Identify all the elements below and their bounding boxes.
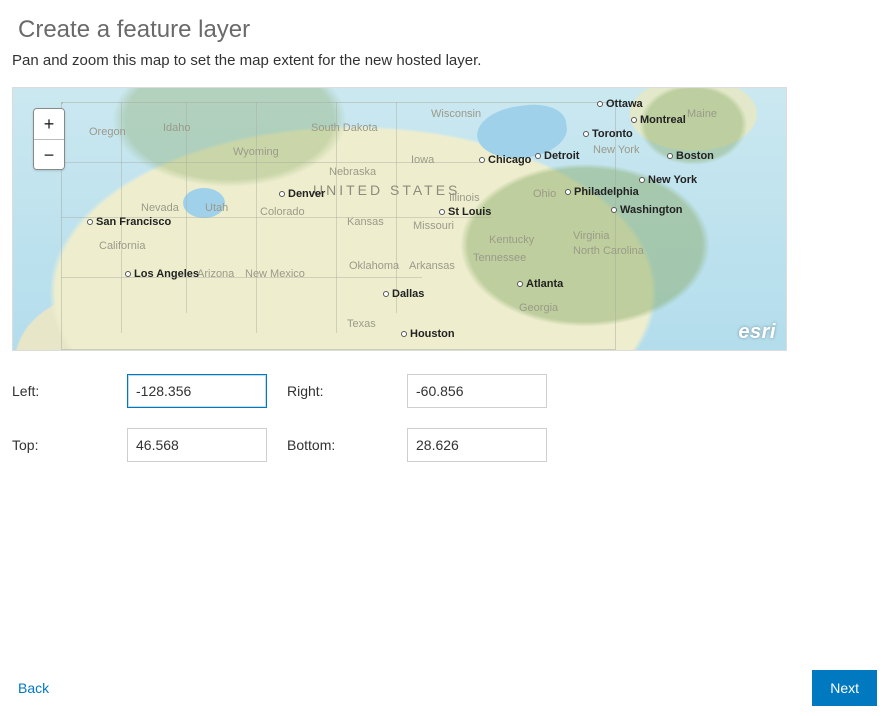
zoom-control: + − bbox=[33, 108, 65, 170]
label-iowa: Iowa bbox=[411, 154, 434, 166]
city-detroit: Detroit bbox=[535, 150, 579, 162]
city-los-angeles: Los Angeles bbox=[125, 268, 199, 280]
label-ohio: Ohio bbox=[533, 188, 556, 200]
city-dallas: Dallas bbox=[383, 288, 424, 300]
city-atlanta: Atlanta bbox=[517, 278, 563, 290]
map-attribution: esri bbox=[738, 321, 776, 344]
zoom-in-button[interactable]: + bbox=[34, 109, 64, 139]
bottom-input[interactable] bbox=[407, 428, 547, 462]
label-california: California bbox=[99, 240, 145, 252]
label-arizona: Arizona bbox=[197, 268, 234, 280]
label-kentucky: Kentucky bbox=[489, 234, 534, 246]
label-tennessee: Tennessee bbox=[473, 252, 526, 264]
city-ottawa: Ottawa bbox=[597, 98, 643, 110]
label-nebraska: Nebraska bbox=[329, 166, 376, 178]
city-toronto: Toronto bbox=[583, 128, 633, 140]
label-missouri: Missouri bbox=[413, 220, 454, 232]
city-st-louis: St Louis bbox=[439, 206, 491, 218]
right-input[interactable] bbox=[407, 374, 547, 408]
label-oklahoma: Oklahoma bbox=[349, 260, 399, 272]
label-new-mexico: New Mexico bbox=[245, 268, 305, 280]
label-idaho: Idaho bbox=[163, 122, 191, 134]
city-philadelphia: Philadelphia bbox=[565, 186, 639, 198]
left-input[interactable] bbox=[127, 374, 267, 408]
label-wyoming: Wyoming bbox=[233, 146, 279, 158]
label-texas: Texas bbox=[347, 318, 376, 330]
instructions-text: Pan and zoom this map to set the map ext… bbox=[12, 52, 877, 69]
label-maine: Maine bbox=[687, 108, 717, 120]
label-new-york-state: New York bbox=[593, 144, 639, 156]
label-united-states: UNITED STATES bbox=[313, 182, 460, 198]
city-denver: Denver bbox=[279, 188, 325, 200]
extent-form: Left: Right: Top: Bottom: bbox=[12, 373, 877, 463]
label-oregon: Oregon bbox=[89, 126, 126, 138]
city-montreal: Montreal bbox=[631, 114, 686, 126]
label-north-carolina: North Carolina bbox=[573, 246, 644, 257]
label-south-dakota: South Dakota bbox=[311, 122, 378, 134]
city-washington: Washington bbox=[611, 204, 683, 216]
label-utah: Utah bbox=[205, 202, 228, 214]
city-boston: Boston bbox=[667, 150, 714, 162]
map-canvas[interactable]: Oregon Idaho Wyoming South Dakota Wiscon… bbox=[12, 87, 787, 351]
zoom-out-button[interactable]: − bbox=[34, 139, 64, 169]
city-san-francisco: San Francisco bbox=[87, 216, 171, 228]
top-label: Top: bbox=[12, 437, 127, 453]
label-kansas: Kansas bbox=[347, 216, 384, 228]
back-button[interactable]: Back bbox=[12, 674, 55, 702]
left-label: Left: bbox=[12, 383, 127, 399]
label-wisconsin: Wisconsin bbox=[431, 108, 481, 120]
label-arkansas: Arkansas bbox=[409, 260, 455, 272]
label-georgia: Georgia bbox=[519, 302, 558, 314]
wizard-footer: Back Next bbox=[12, 670, 877, 706]
city-chicago: Chicago bbox=[479, 154, 531, 166]
city-new-york: New York bbox=[639, 174, 697, 186]
label-colorado: Colorado bbox=[260, 206, 305, 218]
top-input[interactable] bbox=[127, 428, 267, 462]
next-button[interactable]: Next bbox=[812, 670, 877, 706]
label-nevada: Nevada bbox=[141, 202, 179, 214]
label-virginia: Virginia bbox=[573, 230, 610, 242]
right-label: Right: bbox=[287, 383, 407, 399]
bottom-label: Bottom: bbox=[287, 437, 407, 453]
page-title: Create a feature layer bbox=[18, 16, 877, 44]
city-houston: Houston bbox=[401, 328, 455, 340]
